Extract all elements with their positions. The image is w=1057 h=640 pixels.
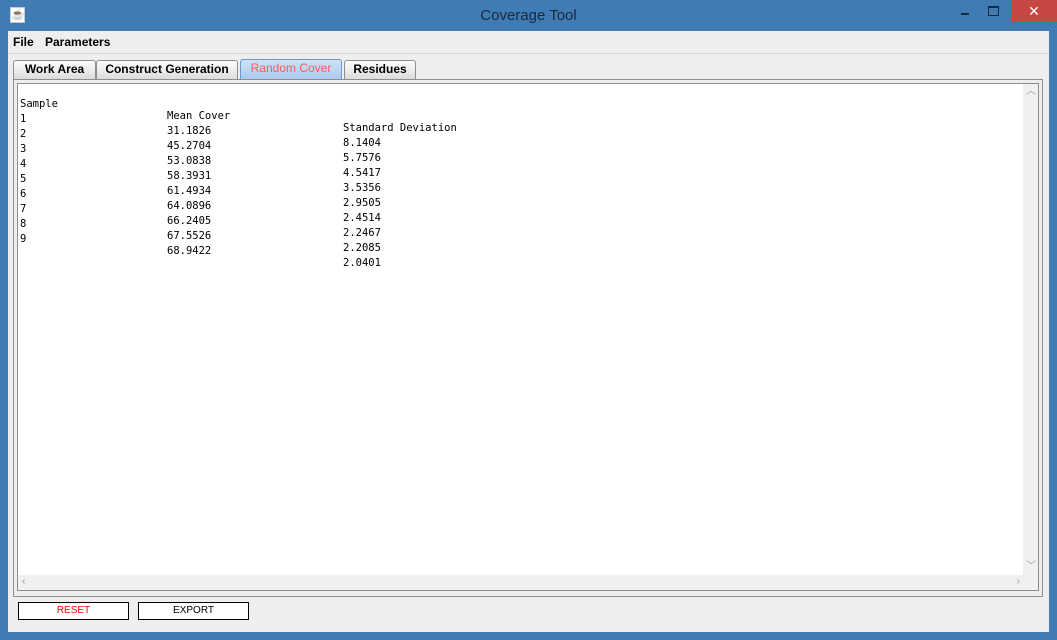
minimize-button[interactable] (951, 0, 979, 22)
table-row: 4 58.3931 3.5356 (20, 146, 381, 194)
scroll-down-icon[interactable]: ﹀ (1026, 562, 1036, 572)
window-title: Coverage Tool (480, 7, 577, 24)
cell-standard-deviation: 2.4514 (343, 212, 381, 224)
cell-standard-deviation: 2.9505 (343, 197, 381, 209)
cell-standard-deviation: 4.5417 (343, 167, 381, 179)
scroll-up-icon[interactable]: ︿ (1026, 87, 1036, 97)
table-row: 7 66.2405 2.2467 (20, 191, 381, 239)
scroll-left-icon[interactable]: ‹ (22, 577, 25, 587)
table-row: 1 31.1826 8.1404 (20, 101, 381, 149)
horizontal-scrollbar[interactable]: ‹ › (18, 575, 1024, 590)
tab-residues[interactable]: Residues (344, 60, 416, 79)
menu-file[interactable]: File (13, 35, 34, 49)
cell-mean-cover: 66.2405 (167, 215, 212, 227)
header-mean-cover: Mean Cover (167, 110, 231, 122)
cell-mean-cover: 45.2704 (167, 140, 212, 152)
cell-standard-deviation: 2.2467 (343, 227, 381, 239)
cell-standard-deviation: 3.5356 (343, 182, 381, 194)
scrollbar-corner (1023, 575, 1038, 590)
cell-standard-deviation: 2.0401 (343, 257, 381, 269)
menu-bar: File Parameters (8, 31, 1049, 54)
cell-standard-deviation: 2.2085 (343, 242, 381, 254)
close-button[interactable]: ✕ (1011, 0, 1057, 22)
table-row: 8 67.5526 2.2085 (20, 206, 381, 254)
export-button[interactable]: EXPORT (138, 602, 249, 620)
menu-parameters[interactable]: Parameters (45, 35, 110, 49)
cell-mean-cover: 67.5526 (167, 230, 212, 242)
table-row: 6 64.0896 2.4514 (20, 176, 381, 224)
tab-construct-generation[interactable]: Construct Generation (96, 60, 238, 79)
vertical-scrollbar[interactable]: ︿ ﹀ (1023, 84, 1038, 576)
tab-work-area[interactable]: Work Area (13, 60, 96, 79)
table-row: 9 68.9422 2.0401 (20, 221, 381, 269)
cell-mean-cover: 58.3931 (167, 170, 212, 182)
cell-standard-deviation: 5.7576 (343, 152, 381, 164)
maximize-button[interactable] (979, 0, 1007, 22)
header-standard-deviation: Standard Deviation (343, 122, 457, 134)
table-row: 2 45.2704 5.7576 (20, 116, 381, 164)
table-row: 3 53.0838 4.5417 (20, 131, 381, 179)
cell-mean-cover: 68.9422 (167, 245, 212, 257)
tab-random-cover[interactable]: Random Cover (240, 59, 342, 79)
results-text-area[interactable]: Sample Mean Cover Standard Deviation 1 3… (17, 83, 1039, 591)
tab-panel: Sample Mean Cover Standard Deviation 1 3… (13, 79, 1043, 597)
title-bar: ☕ Coverage Tool ✕ (0, 0, 1057, 31)
cell-mean-cover: 61.4934 (167, 185, 212, 197)
scroll-right-icon[interactable]: › (1017, 577, 1020, 587)
table-header-row: Sample Mean Cover Standard Deviation (20, 86, 457, 134)
cell-mean-cover: 31.1826 (167, 125, 212, 137)
cell-sample: 9 (20, 233, 27, 245)
window-client: File Parameters Work Area Construct Gene… (8, 31, 1049, 632)
reset-button[interactable]: RESET (18, 602, 129, 620)
table-row: 5 61.4934 2.9505 (20, 161, 381, 209)
cell-mean-cover: 64.0896 (167, 200, 212, 212)
cell-standard-deviation: 8.1404 (343, 137, 381, 149)
cell-mean-cover: 53.0838 (167, 155, 212, 167)
